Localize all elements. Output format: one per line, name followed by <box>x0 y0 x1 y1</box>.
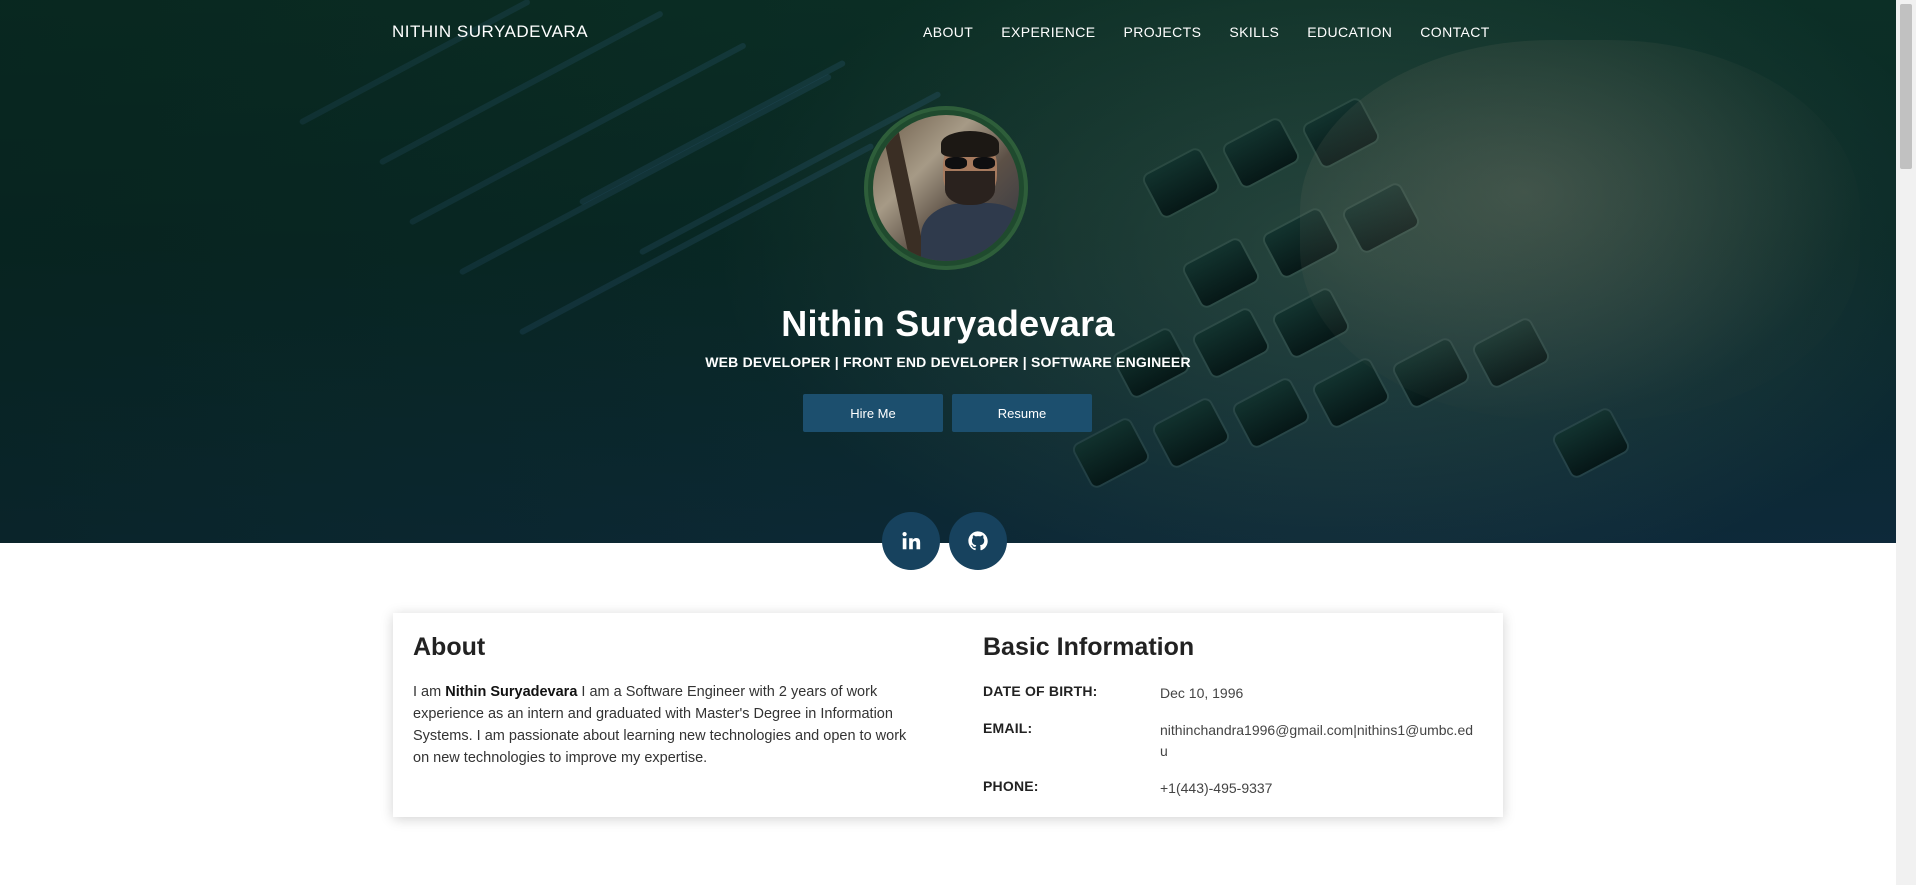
about-paragraph: I am Nithin Suryadevara I am a Software … <box>413 681 923 769</box>
profile-photo <box>873 115 1019 261</box>
info-value: Dec 10, 1996 <box>1160 685 1244 701</box>
hero-subtitle: WEB DEVELOPER | FRONT END DEVELOPER | SO… <box>705 354 1191 370</box>
about-heading: About <box>413 633 486 661</box>
page-scrollbar[interactable] <box>1896 0 1916 885</box>
nav-contact[interactable]: CONTACT <box>1420 24 1489 40</box>
scrollbar-thumb[interactable] <box>1900 4 1912 169</box>
hero-section <box>0 0 1896 543</box>
nav-experience[interactable]: EXPERIENCE <box>1001 24 1095 40</box>
nav-education[interactable]: EDUCATION <box>1307 24 1392 40</box>
brand-link[interactable]: NITHIN SURYADEVARA <box>392 22 588 42</box>
linkedin-icon <box>902 532 921 550</box>
nav-about[interactable]: ABOUT <box>923 24 973 40</box>
avatar <box>864 106 1028 270</box>
main-nav: ABOUT EXPERIENCE PROJECTS SKILLS EDUCATI… <box>923 24 1518 40</box>
about-name: Nithin Suryadevara <box>445 684 578 700</box>
nav-projects[interactable]: PROJECTS <box>1123 24 1201 40</box>
info-value: +1(443)-495-9337 <box>1160 780 1273 796</box>
about-card: About I am Nithin Suryadevara I am a Sof… <box>393 613 1503 817</box>
hero-overlay <box>0 0 1896 543</box>
github-icon <box>968 531 988 551</box>
linkedin-button[interactable] <box>882 512 940 570</box>
about-prefix: I am <box>413 684 446 700</box>
nav-skills[interactable]: SKILLS <box>1229 24 1279 40</box>
info-label: EMAIL: <box>983 720 1033 736</box>
hire-me-button[interactable]: Hire Me <box>803 394 943 432</box>
resume-button[interactable]: Resume <box>952 394 1092 432</box>
hero-name: Nithin Suryadevara <box>781 303 1115 344</box>
basic-info-heading: Basic Information <box>983 633 1195 661</box>
info-label: DATE OF BIRTH: <box>983 683 1098 699</box>
info-value: nithinchandra1996@gmail.com|nithins1@umb… <box>1160 722 1474 759</box>
info-label: PHONE: <box>983 778 1039 794</box>
github-button[interactable] <box>949 512 1007 570</box>
